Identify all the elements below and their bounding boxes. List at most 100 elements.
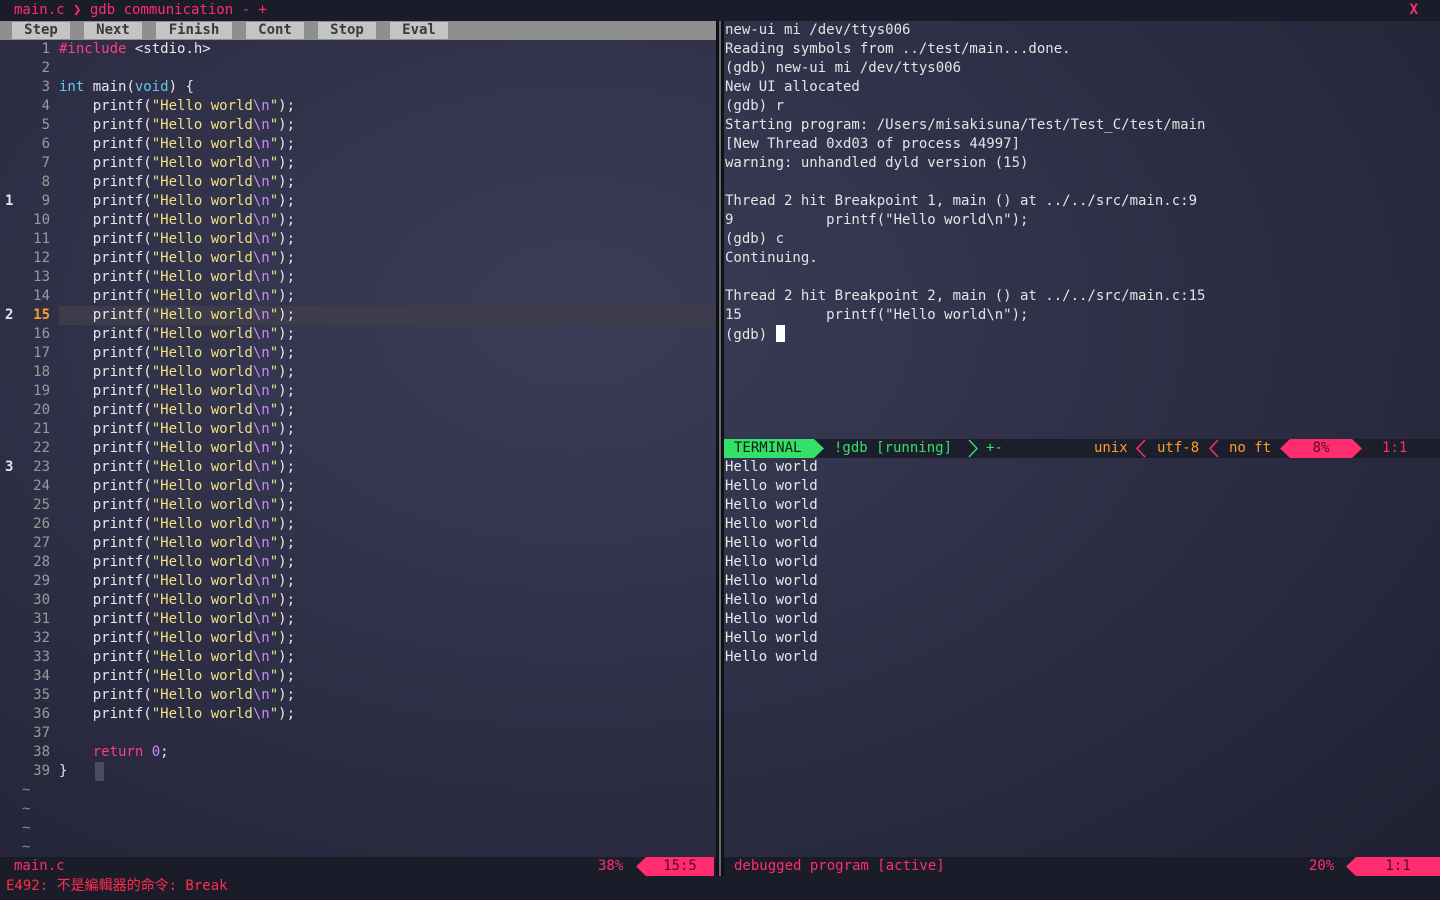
escape-sequence: \n <box>252 687 270 703</box>
string-literal: "Hello world <box>151 592 253 608</box>
gdb-output-line: [New Thread 0xd03 of process 44997] <box>725 136 1021 152</box>
string-literal: " <box>269 592 279 608</box>
close-tab-button[interactable]: X <box>1410 1 1418 20</box>
string-literal: "Hello world <box>151 136 253 152</box>
gdb-output-line: 9 printf("Hello world\n"); <box>725 212 1029 228</box>
include-keyword: #include <box>59 41 127 57</box>
next-button[interactable]: Next <box>84 22 142 39</box>
string-literal: "Hello world <box>151 326 253 342</box>
escape-sequence: \n <box>252 117 270 133</box>
line-number: 19 <box>33 383 50 399</box>
string-literal: "Hello world <box>151 193 253 209</box>
function-call: printf( <box>59 516 152 532</box>
string-literal: " <box>269 269 279 285</box>
terminal-position: 1:1 <box>1382 440 1408 456</box>
code-line: #include <stdio.h> <box>59 40 211 59</box>
code-line: printf("Hello world\n"); <box>59 173 295 192</box>
breakpoint-sign[interactable]: 2 <box>5 306 19 325</box>
breakpoint-sign[interactable]: 1 <box>5 192 19 211</box>
eval-button[interactable]: Eval <box>390 22 448 39</box>
function-call: printf( <box>59 668 152 684</box>
string-literal: " <box>269 117 279 133</box>
finish-button[interactable]: Finish <box>156 22 232 39</box>
line-number: 14 <box>33 288 50 304</box>
escape-sequence: \n <box>252 307 270 323</box>
fileformat-label: unix <box>1094 440 1128 456</box>
escape-sequence: \n <box>252 174 270 190</box>
function-call: printf( <box>59 592 152 608</box>
function-call: printf( <box>59 98 152 114</box>
code-text: ); <box>278 250 296 266</box>
code-text: ); <box>278 345 296 361</box>
function-call: printf( <box>59 174 152 190</box>
escape-sequence: \n <box>252 212 270 228</box>
code-text: ); <box>278 269 296 285</box>
empty-line-tilde: ~ <box>22 820 31 836</box>
string-literal: " <box>269 706 279 722</box>
string-literal: "Hello world <box>151 516 253 532</box>
gdb-prompt[interactable]: (gdb) <box>725 325 785 344</box>
line-number: 5 <box>41 117 50 133</box>
string-literal: " <box>269 459 279 475</box>
string-literal: " <box>269 402 279 418</box>
gdb-statusline: debugged program [active] 20% 1:1 <box>724 857 1440 876</box>
breakpoint-sign[interactable]: 3 <box>5 458 19 477</box>
chevron-left-icon <box>1209 439 1219 458</box>
function-call: printf( <box>59 497 152 513</box>
code-text: ); <box>278 573 296 589</box>
step-button[interactable]: Step <box>12 22 70 39</box>
return-keyword: return <box>92 744 144 760</box>
command-line[interactable]: E492: 不是編輯器的命令: Break <box>0 876 1440 900</box>
escape-sequence: \n <box>252 98 270 114</box>
line-number: 29 <box>33 573 50 589</box>
code-line: printf("Hello world\n"); <box>59 192 295 211</box>
string-literal: "Hello world <box>151 687 253 703</box>
string-literal: " <box>269 554 279 570</box>
code-line: printf("Hello world\n"); <box>59 572 295 591</box>
string-literal: "Hello world <box>151 706 253 722</box>
function-call: printf( <box>59 383 152 399</box>
code-text: ); <box>278 706 296 722</box>
line-number: 16 <box>33 326 50 342</box>
cont-button[interactable]: Cont <box>246 22 304 39</box>
line-number: 39 <box>33 763 50 779</box>
gdb-output-line: Reading symbols from ../test/main...done… <box>725 41 1071 57</box>
line-number: 21 <box>33 421 50 437</box>
code-text: ); <box>278 516 296 532</box>
string-literal: " <box>269 174 279 190</box>
vertical-split-separator[interactable] <box>716 21 724 876</box>
code-text: ); <box>278 535 296 551</box>
tab-main-c[interactable]: main.c ❯ gdb communication - + <box>14 1 267 20</box>
code-text: ); <box>278 497 296 513</box>
code-line: printf("Hello world\n"); <box>59 135 295 154</box>
function-call: printf( <box>59 706 152 722</box>
code-line: return 0; <box>59 743 169 762</box>
type-keyword: void <box>134 79 169 95</box>
stop-button[interactable]: Stop <box>318 22 376 39</box>
empty-line-tilde: ~ <box>22 801 31 817</box>
code-line: printf("Hello world\n"); <box>59 610 295 629</box>
string-literal: "Hello world <box>151 554 253 570</box>
escape-sequence: \n <box>252 440 270 456</box>
string-literal: "Hello world <box>151 307 253 323</box>
gdb-output-line: warning: unhandled dyld version (15) <box>725 155 1029 171</box>
function-call: printf( <box>59 440 152 456</box>
string-literal: "Hello world <box>151 98 253 114</box>
source-editor[interactable]: 1 #include <stdio.h> 2 3 int main(void) {4 p… <box>0 40 716 857</box>
line-number: 8 <box>41 174 50 190</box>
function-call: printf( <box>59 611 152 627</box>
gdb-output-line: new-ui mi /dev/ttys006 <box>725 22 911 38</box>
gdb-output-line: (gdb) r <box>725 98 785 114</box>
line-number: 1 <box>41 41 50 57</box>
chevron-right-icon <box>968 439 978 458</box>
line-number: 7 <box>41 155 50 171</box>
string-literal: "Hello world <box>151 459 253 475</box>
escape-sequence: \n <box>252 554 270 570</box>
line-number: 11 <box>33 231 50 247</box>
code-text: ; <box>160 744 169 760</box>
string-literal: " <box>269 193 279 209</box>
terminal-job-name: !gdb [running] <box>834 440 953 456</box>
string-literal: "Hello world <box>151 345 253 361</box>
string-literal: "Hello world <box>151 364 253 380</box>
